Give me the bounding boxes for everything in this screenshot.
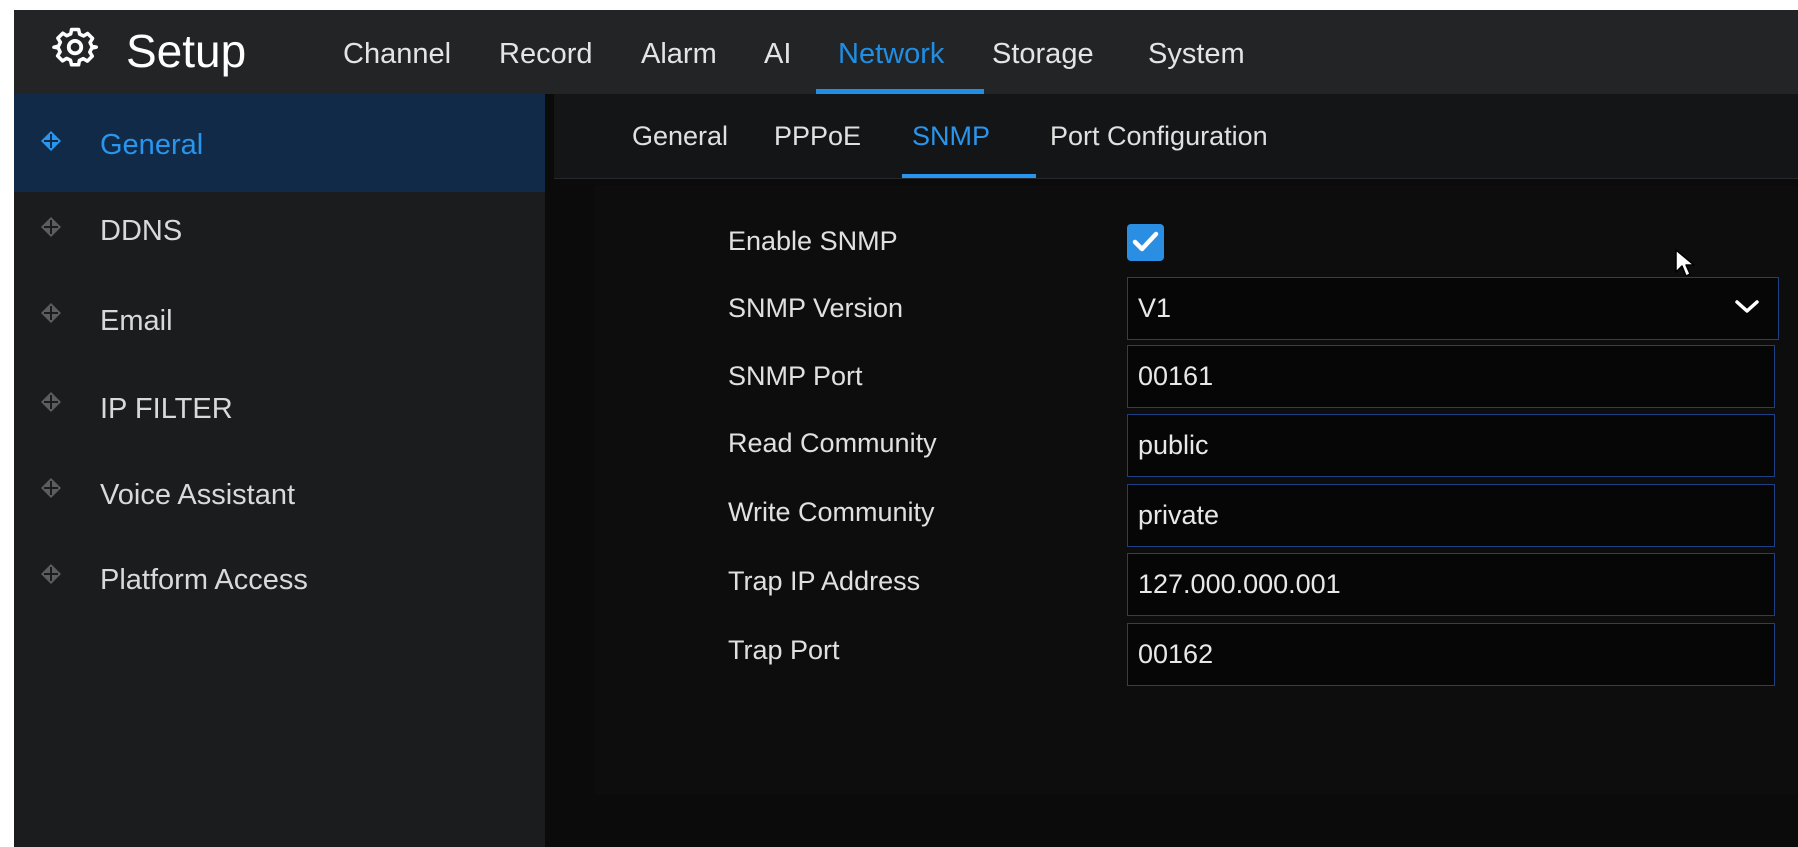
trap-port-value: 00162: [1138, 639, 1214, 669]
sidebar: General DDNS Email IP FILTER Voice Assis…: [14, 94, 545, 847]
app-title: Setup: [126, 25, 247, 77]
enable-snmp-label: Enable SNMP: [728, 226, 898, 256]
tab-system[interactable]: System: [1148, 36, 1245, 72]
sidebar-item-email[interactable]: Email: [14, 290, 545, 376]
setup-window: Setup Channel Record Alarm AI Network St…: [14, 10, 1798, 847]
sidebar-item-label: General: [100, 129, 204, 161]
snmp-port-field[interactable]: 00161: [1127, 345, 1775, 408]
diamond-crosshair-icon: [41, 303, 61, 323]
sidebar-item-ddns[interactable]: DDNS: [14, 192, 545, 290]
subtab-pppoe[interactable]: PPPoE: [774, 120, 861, 152]
sidebar-item-label: IP FILTER: [100, 393, 233, 425]
trap-ip-address-field[interactable]: 127.000.000.001: [1127, 553, 1775, 616]
write-community-label: Write Community: [728, 497, 935, 527]
tab-record[interactable]: Record: [499, 36, 593, 72]
snmp-version-label: SNMP Version: [728, 293, 904, 323]
chevron-down-icon: [1735, 300, 1759, 313]
sidebar-item-label: Platform Access: [100, 564, 308, 596]
sidebar-item-label: Email: [100, 305, 173, 337]
tab-storage[interactable]: Storage: [992, 36, 1094, 72]
top-navigation-bar: Setup Channel Record Alarm AI Network St…: [14, 10, 1798, 94]
sidebar-item-platform-access[interactable]: Platform Access: [14, 548, 545, 634]
sidebar-item-ip-filter[interactable]: IP FILTER: [14, 376, 545, 462]
gear-icon[interactable]: [52, 26, 98, 72]
subtab-snmp[interactable]: SNMP: [912, 120, 990, 152]
diamond-crosshair-icon: [41, 217, 61, 237]
trap-ip-address-value: 127.000.000.001: [1138, 569, 1341, 599]
enable-snmp-checkbox[interactable]: [1127, 224, 1164, 261]
subtab-port-configuration[interactable]: Port Configuration: [1050, 120, 1268, 152]
diamond-crosshair-icon: [41, 478, 61, 498]
write-community-field[interactable]: private: [1127, 484, 1775, 547]
snmp-port-value: 00161: [1138, 361, 1214, 391]
trap-port-field[interactable]: 00162: [1127, 623, 1775, 686]
tab-alarm[interactable]: Alarm: [641, 36, 717, 72]
diamond-crosshair-icon: [41, 564, 61, 584]
mouse-cursor-icon: [1675, 249, 1695, 277]
read-community-field[interactable]: public: [1127, 414, 1775, 477]
read-community-label: Read Community: [728, 428, 937, 458]
snmp-version-value: V1: [1138, 293, 1172, 323]
network-subtabs: General PPPoE SNMP Port Configuration: [554, 94, 1798, 179]
subtab-general[interactable]: General: [632, 120, 728, 152]
trap-ip-address-label: Trap IP Address: [728, 566, 921, 596]
diamond-crosshair-icon: [41, 392, 61, 412]
checkmark-icon: [1132, 231, 1159, 252]
sidebar-item-label: Voice Assistant: [100, 479, 296, 511]
trap-port-label: Trap Port: [728, 635, 840, 665]
diamond-crosshair-icon: [41, 131, 61, 151]
sidebar-item-general[interactable]: General: [14, 94, 545, 192]
tab-network[interactable]: Network: [838, 36, 944, 72]
sidebar-item-label: DDNS: [100, 215, 183, 247]
active-subtab-indicator: [902, 174, 1036, 178]
write-community-value: private: [1138, 500, 1220, 530]
tab-channel[interactable]: Channel: [343, 36, 451, 72]
snmp-version-select[interactable]: V1: [1127, 277, 1779, 340]
sidebar-item-voice-assistant[interactable]: Voice Assistant: [14, 462, 545, 548]
read-community-value: public: [1138, 430, 1209, 460]
tab-ai[interactable]: AI: [764, 36, 791, 72]
snmp-port-label: SNMP Port: [728, 361, 863, 391]
